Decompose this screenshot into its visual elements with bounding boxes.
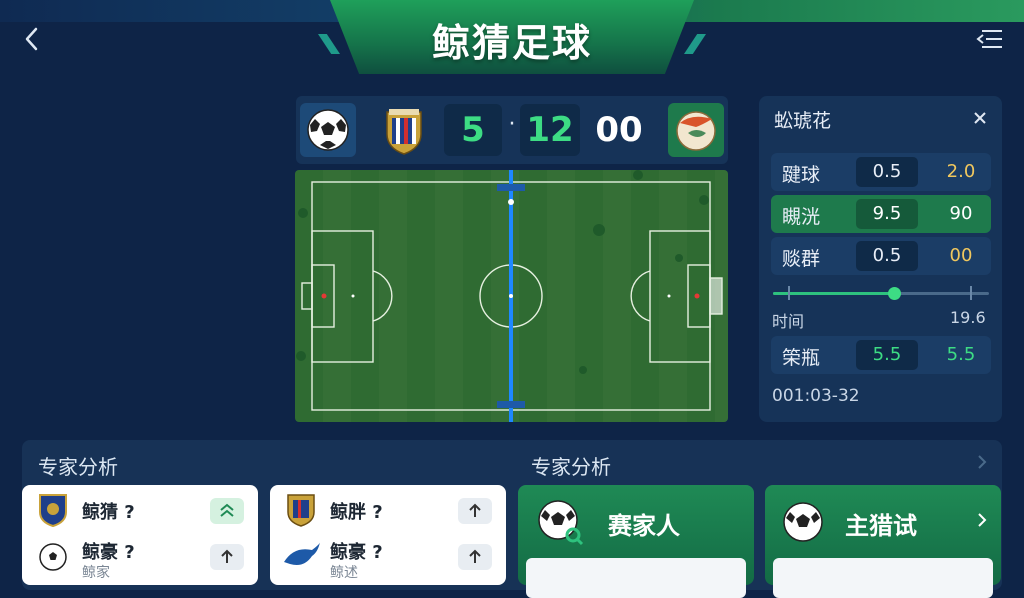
team-crest	[286, 492, 316, 528]
football-pitch[interactable]	[295, 170, 728, 422]
time-label: 时间	[772, 312, 805, 331]
card-line-1: 鲸胖 ?	[330, 502, 383, 523]
odds-row-label: 瞡洸	[782, 206, 821, 228]
menu-button[interactable]	[974, 24, 1006, 54]
card-line-2: 鲸豪 ?	[330, 542, 383, 563]
expert-section-title: 专家分析	[38, 455, 118, 479]
slider-tick	[788, 286, 790, 300]
arrow-up-icon	[469, 503, 481, 517]
match-seconds: 00	[595, 110, 643, 150]
panel-title: 蚣琥花	[774, 110, 832, 132]
card-subtext: 鲸家	[82, 565, 110, 581]
slider-tick	[970, 286, 972, 300]
feature-card-content	[526, 558, 746, 598]
home-ball-badge[interactable]	[300, 103, 356, 157]
home-score-value: 5	[461, 110, 485, 150]
odds-left-value: 0.5	[856, 157, 918, 187]
timestamp: 001:03-32	[772, 386, 860, 406]
feature-card-content	[773, 558, 993, 598]
odds-right-value: 5.5	[946, 344, 976, 365]
card-line-2: 鲸豪 ?	[82, 542, 135, 563]
match-minute: 12	[520, 104, 580, 156]
home-team-crest[interactable]	[383, 106, 425, 156]
away-team-badge[interactable]	[668, 103, 724, 157]
time-slider-fill	[773, 292, 894, 295]
arrow-up-icon	[221, 549, 233, 563]
odds-left-value: 0.5	[856, 241, 918, 271]
odds-right-value: 2.0	[946, 161, 976, 182]
odds-row-label: 筞瓶	[782, 347, 821, 369]
score-separator: ·	[508, 112, 516, 137]
card-subtext: 鲸述	[330, 565, 358, 581]
team-crest	[38, 492, 68, 528]
pitch-drawing	[295, 170, 728, 422]
soccer-ball-icon	[307, 109, 349, 151]
double-chevron-up-icon	[220, 503, 234, 517]
arrow-up-icon	[469, 549, 481, 563]
feature-card-title: 主猎试	[845, 512, 917, 540]
back-arrow-icon	[25, 27, 38, 51]
odds-right-value: 00	[949, 245, 973, 266]
page-title: 鲸猜足球	[431, 21, 592, 65]
odds-right-value: 90	[949, 203, 973, 224]
panel-close-button[interactable]	[970, 108, 990, 128]
shield-crest-icon	[287, 494, 315, 527]
odds-left-value: 9.5	[856, 199, 918, 229]
menu-icon	[976, 30, 1002, 48]
soccer-ball-icon	[38, 542, 68, 572]
soccer-ball-icon	[781, 500, 825, 544]
whale-icon	[282, 540, 322, 572]
match-minute-value: 12	[526, 110, 574, 150]
expert-more-button[interactable]	[974, 452, 990, 472]
odds-row-label: 踺球	[782, 164, 821, 186]
back-button[interactable]	[20, 24, 46, 54]
card-line-1: 鲸猜 ?	[82, 502, 135, 523]
away-team-crest-icon	[676, 111, 716, 151]
time-slider-knob[interactable]	[888, 287, 901, 300]
soccer-ball-search-icon	[536, 498, 584, 546]
feature-card-title: 赛家人	[608, 512, 680, 540]
collapse-button[interactable]	[210, 498, 244, 524]
chevron-right-icon	[978, 513, 987, 527]
close-icon	[974, 112, 986, 124]
odds-row-label: 赕群	[782, 248, 821, 270]
home-score: 5	[444, 104, 502, 156]
upvote-button[interactable]	[458, 498, 492, 524]
shield-crest-icon	[386, 109, 422, 155]
shield-crest-icon	[39, 494, 67, 528]
expert-section-subtitle: 专家分析	[531, 455, 611, 479]
time-value: 19.6	[950, 308, 986, 327]
upvote-button[interactable]	[458, 544, 492, 570]
upvote-button[interactable]	[210, 544, 244, 570]
feature-card-chevron[interactable]	[974, 510, 990, 530]
odds-left-value: 5.5	[856, 340, 918, 370]
chevron-right-icon	[978, 455, 987, 469]
